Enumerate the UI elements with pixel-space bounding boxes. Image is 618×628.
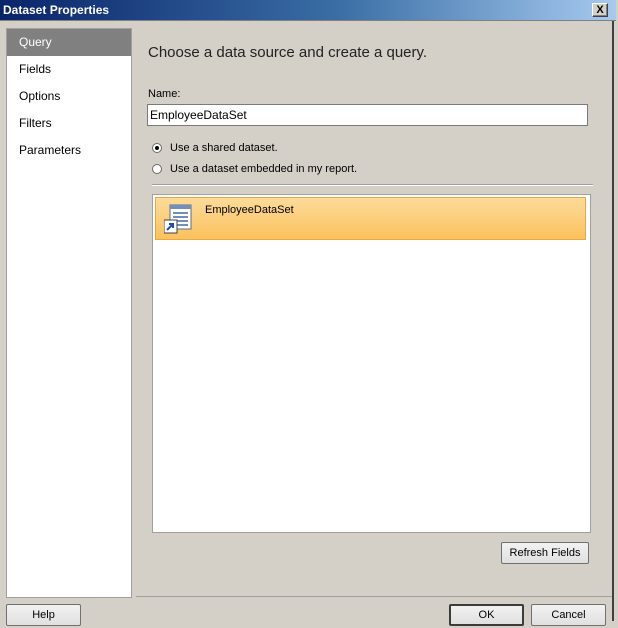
nav-item-query[interactable]: Query [7, 29, 131, 56]
dataset-properties-dialog: Dataset Properties X Query Fields Option… [0, 0, 618, 628]
left-navigation: Query Fields Options Filters Parameters [6, 28, 132, 598]
ok-button[interactable]: OK [449, 604, 524, 626]
radio-embedded-button[interactable] [152, 164, 162, 174]
radio-embedded-label: Use a dataset embedded in my report. [170, 163, 358, 175]
radio-embedded-dataset[interactable]: Use a dataset embedded in my report. [152, 161, 357, 177]
title-bar[interactable]: Dataset Properties X [0, 0, 616, 21]
radio-shared-button[interactable] [152, 143, 162, 153]
page-heading: Choose a data source and create a query. [148, 44, 428, 61]
nav-item-fields[interactable]: Fields [7, 56, 131, 83]
close-icon: X [596, 3, 604, 16]
radio-selected-dot [155, 146, 159, 150]
name-label: Name: [148, 88, 181, 100]
dataset-list-item[interactable]: EmployeeDataSet [155, 197, 586, 240]
cancel-button[interactable]: Cancel [531, 604, 606, 626]
name-input[interactable] [147, 104, 588, 126]
dataset-item-label: EmployeeDataSet [205, 204, 294, 216]
radio-shared-dataset[interactable]: Use a shared dataset. [152, 140, 278, 156]
shared-dataset-list[interactable]: EmployeeDataSet [152, 194, 591, 533]
shared-dataset-icon [164, 204, 192, 234]
radio-shared-label: Use a shared dataset. [170, 142, 278, 154]
footer-divider [136, 596, 612, 597]
window-edge [612, 21, 614, 621]
help-button[interactable]: Help [6, 604, 81, 626]
nav-item-options[interactable]: Options [7, 83, 131, 110]
close-button[interactable]: X [592, 3, 608, 17]
nav-item-filters[interactable]: Filters [7, 110, 131, 137]
section-divider [152, 184, 593, 186]
refresh-fields-button[interactable]: Refresh Fields [501, 542, 589, 564]
nav-item-parameters[interactable]: Parameters [7, 137, 131, 164]
window-title: Dataset Properties [3, 3, 110, 17]
